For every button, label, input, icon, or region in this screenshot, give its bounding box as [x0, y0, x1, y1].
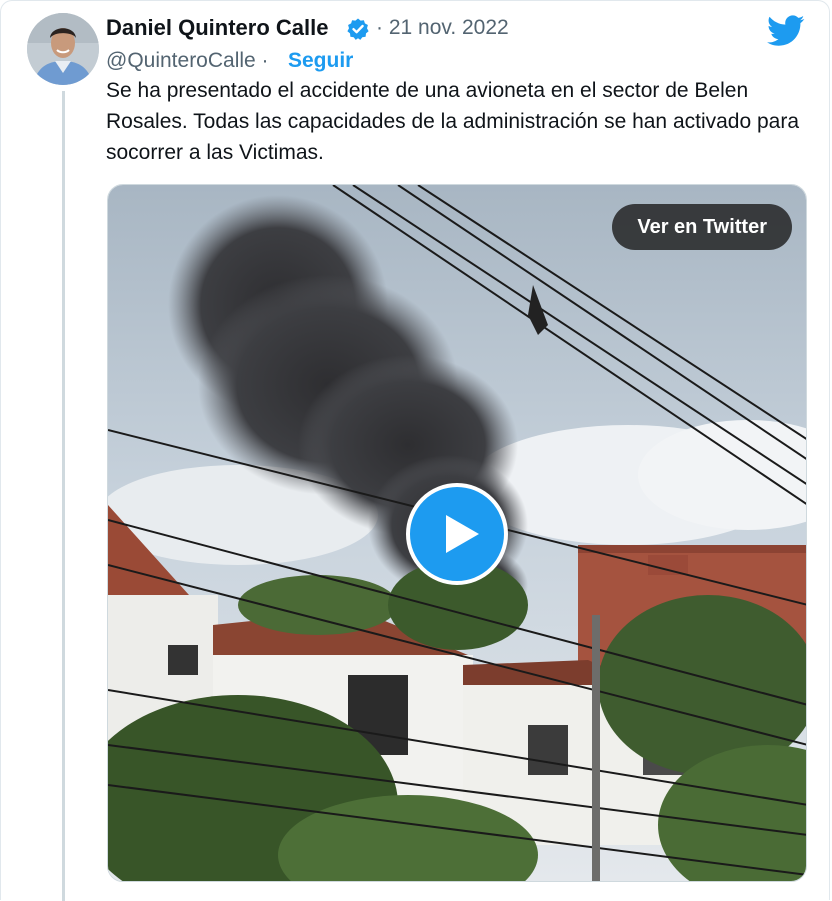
twitter-bird-icon[interactable]: [767, 15, 805, 47]
tweet-video[interactable]: Ver en Twitter: [107, 184, 807, 882]
avatar[interactable]: [27, 13, 99, 85]
play-icon: [446, 515, 479, 553]
follow-button[interactable]: Seguir: [288, 49, 353, 73]
tweet-text: Se ha presentado el accidente de una avi…: [106, 79, 800, 164]
verified-badge-icon: [346, 17, 370, 41]
view-on-twitter-button[interactable]: Ver en Twitter: [612, 204, 792, 250]
author-handle[interactable]: @QuinteroCalle ·: [106, 49, 269, 73]
thread-line: [62, 91, 65, 901]
play-button[interactable]: [406, 483, 508, 585]
tweet-card: Daniel Quintero Calle · 21 nov. 2022 @Qu…: [0, 0, 830, 901]
tweet-header: Daniel Quintero Calle · 21 nov. 2022 @Qu…: [106, 13, 809, 73]
tweet-date[interactable]: · 21 nov. 2022: [376, 16, 509, 40]
author-name[interactable]: Daniel Quintero Calle: [106, 15, 329, 41]
